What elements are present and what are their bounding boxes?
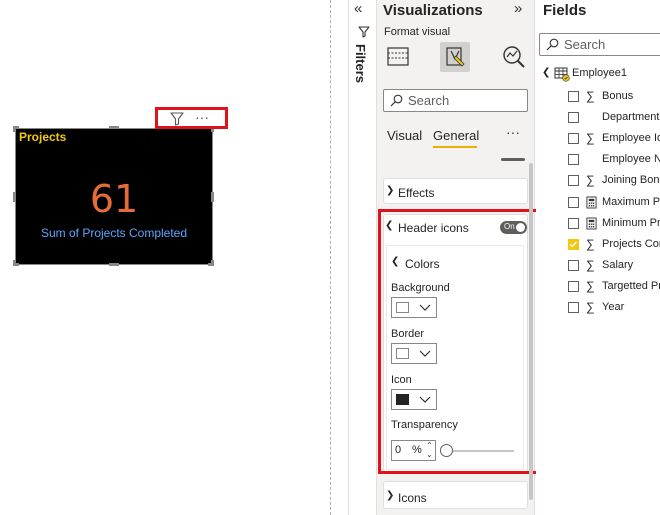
resize-handle-br[interactable] [211, 260, 214, 266]
field-name: Joining Bonu [602, 174, 660, 187]
tab-general[interactable]: General [433, 128, 479, 143]
sum-icon: ∑ [586, 131, 595, 146]
chevron-down-icon[interactable]: ❮ [542, 67, 550, 78]
sum-icon: ∑ [586, 236, 595, 251]
field-name: Year [602, 301, 625, 313]
format-visual-label: Format visual [384, 26, 451, 38]
fields-title: Fields [543, 2, 587, 19]
field-checkbox[interactable] [568, 238, 579, 250]
visualizations-search-input[interactable]: Search [383, 89, 528, 112]
scrollbar[interactable] [529, 163, 533, 500]
more-options-icon[interactable]: ··· [195, 109, 209, 125]
field-checkbox[interactable] [568, 196, 579, 208]
sum-icon: ∑ [586, 173, 595, 188]
tab-visual[interactable]: Visual [387, 128, 422, 143]
search-icon [390, 94, 403, 107]
filters-label[interactable]: Filters [353, 44, 368, 83]
header-icons-highlight [155, 107, 228, 129]
active-tab-indicator [433, 146, 477, 148]
field-name: Employee Id [602, 132, 660, 145]
field-name: Employee Na [602, 153, 660, 166]
resize-handle-b[interactable] [109, 263, 119, 266]
canvas-divider [330, 0, 331, 515]
field-checkbox[interactable] [568, 217, 579, 229]
field-checkbox[interactable] [568, 259, 579, 271]
field-name: Bonus [602, 90, 634, 102]
analytics-icon[interactable] [499, 42, 529, 72]
table-name: Employee1 [572, 67, 628, 79]
chevron-right-icon: ❯ [386, 490, 395, 501]
effects-section[interactable]: ❯ Effects [383, 178, 528, 204]
tab-scroll-indicator [501, 158, 525, 161]
fields-search-input[interactable]: Search [539, 33, 660, 56]
sum-icon: ∑ [586, 278, 595, 293]
resize-handle-bl[interactable] [13, 260, 16, 266]
field-item[interactable]: ∑ Bonus [568, 88, 660, 106]
field-item[interactable]: ∑ Targetted Pr [568, 278, 660, 296]
card-label: Sum of Projects Completed [40, 226, 188, 240]
card-visual[interactable]: Projects 61 Sum of Projects Completed [15, 128, 213, 265]
table-item-employee1[interactable]: ❮ Employee1 [542, 66, 660, 82]
resize-handle-tl[interactable] [13, 126, 16, 132]
field-item[interactable]: ∑ Joining Bonu [568, 172, 660, 190]
visual-title: Projects [19, 130, 67, 144]
field-item[interactable]: ∑ Projects Com [568, 236, 660, 254]
sum-icon: ∑ [586, 300, 595, 314]
resize-handle-r[interactable] [211, 192, 214, 202]
field-checkbox[interactable] [568, 133, 579, 145]
format-visual-icon[interactable] [440, 42, 470, 72]
field-item[interactable]: Department [568, 109, 660, 127]
icons-label: Icons [398, 491, 427, 505]
card-value: 61 [89, 177, 139, 221]
search-placeholder: Search [408, 93, 450, 108]
filter-icon [358, 26, 370, 38]
field-checkbox[interactable] [568, 175, 579, 187]
icons-section[interactable]: ❯ Icons [383, 481, 528, 509]
table-icon [554, 67, 570, 82]
field-name: Maximum Pr [602, 195, 660, 208]
field-name: Minimum Pr [602, 216, 660, 229]
build-visual-icon[interactable] [384, 42, 414, 72]
header-icons-highlight [378, 209, 546, 474]
field-checkbox[interactable] [568, 112, 579, 124]
expand-pane-icon[interactable]: » [514, 0, 522, 17]
filter-icon[interactable] [170, 112, 184, 126]
search-icon [546, 38, 559, 51]
resize-handle-l[interactable] [13, 192, 16, 202]
field-checkbox[interactable] [568, 154, 579, 166]
field-item[interactable]: Maximum Pr [568, 194, 660, 212]
field-name: Department [602, 111, 660, 124]
sum-icon: ∑ [586, 257, 595, 272]
field-name: Targetted Pr [602, 279, 660, 292]
chevron-right-icon: ❯ [386, 185, 395, 196]
field-item[interactable]: ∑ Year [568, 299, 660, 317]
search-placeholder: Search [564, 37, 606, 52]
sum-icon: ∑ [586, 89, 595, 103]
effects-label: Effects [398, 186, 435, 200]
field-item[interactable]: ∑ Salary [568, 257, 660, 275]
field-item[interactable]: Minimum Pr [568, 215, 660, 233]
collapse-filters-icon[interactable]: « [354, 0, 362, 17]
resize-handle-t[interactable] [109, 126, 119, 129]
field-checkbox[interactable] [568, 280, 579, 292]
field-item[interactable]: ∑ Employee Id [568, 130, 660, 148]
field-item[interactable]: Employee Na [568, 151, 660, 169]
more-options-icon[interactable]: ··· [506, 124, 520, 140]
field-name: Salary [602, 258, 634, 271]
field-name: Projects Com [602, 237, 660, 250]
visualizations-title: Visualizations [383, 2, 483, 19]
field-checkbox[interactable] [568, 302, 579, 313]
field-checkbox[interactable] [568, 91, 579, 102]
